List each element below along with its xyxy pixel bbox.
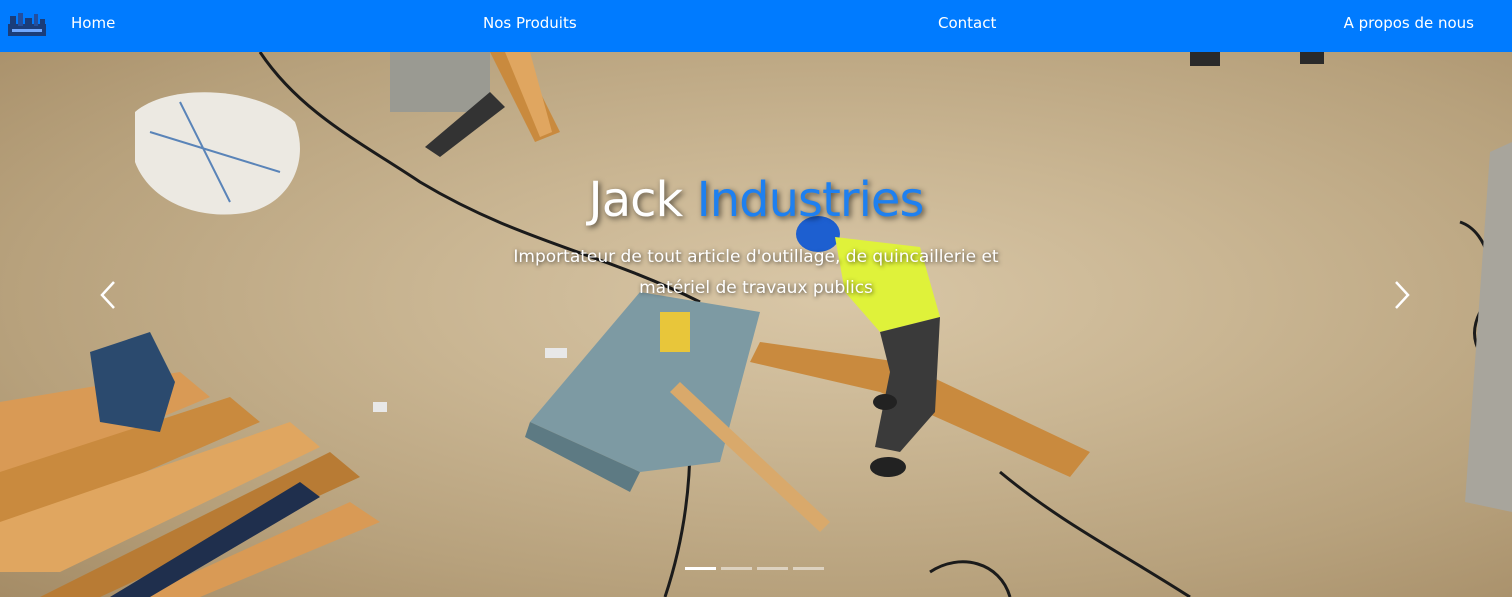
hero-subtitle: Importateur de tout article d'outillage,… <box>513 247 999 298</box>
carousel-indicator-3[interactable] <box>757 567 788 570</box>
chevron-left-icon[interactable] <box>92 278 126 312</box>
nav-about[interactable]: A propos de nous <box>1344 14 1474 32</box>
hero-title-word-1: Jack <box>588 172 684 228</box>
nav-contact[interactable]: Contact <box>938 14 996 32</box>
logo-icon[interactable] <box>6 10 48 38</box>
hero-carousel: Jack Industries Importateur de tout arti… <box>0 52 1512 597</box>
carousel-indicator-2[interactable] <box>721 567 752 570</box>
carousel-indicator-1[interactable] <box>685 567 716 570</box>
nav-home[interactable]: Home <box>71 14 115 32</box>
hero-title-word-2: Industries <box>696 172 925 228</box>
nav-products[interactable]: Nos Produits <box>483 14 577 32</box>
chevron-right-icon[interactable] <box>1384 278 1418 312</box>
carousel-indicator-4[interactable] <box>793 567 824 570</box>
page: Home Nos Produits Contact A propos de no… <box>0 0 1512 597</box>
navbar: Home Nos Produits Contact A propos de no… <box>0 0 1512 52</box>
carousel-caption: Jack Industries Importateur de tout arti… <box>0 52 1512 597</box>
hero-title: Jack Industries <box>0 172 1512 228</box>
